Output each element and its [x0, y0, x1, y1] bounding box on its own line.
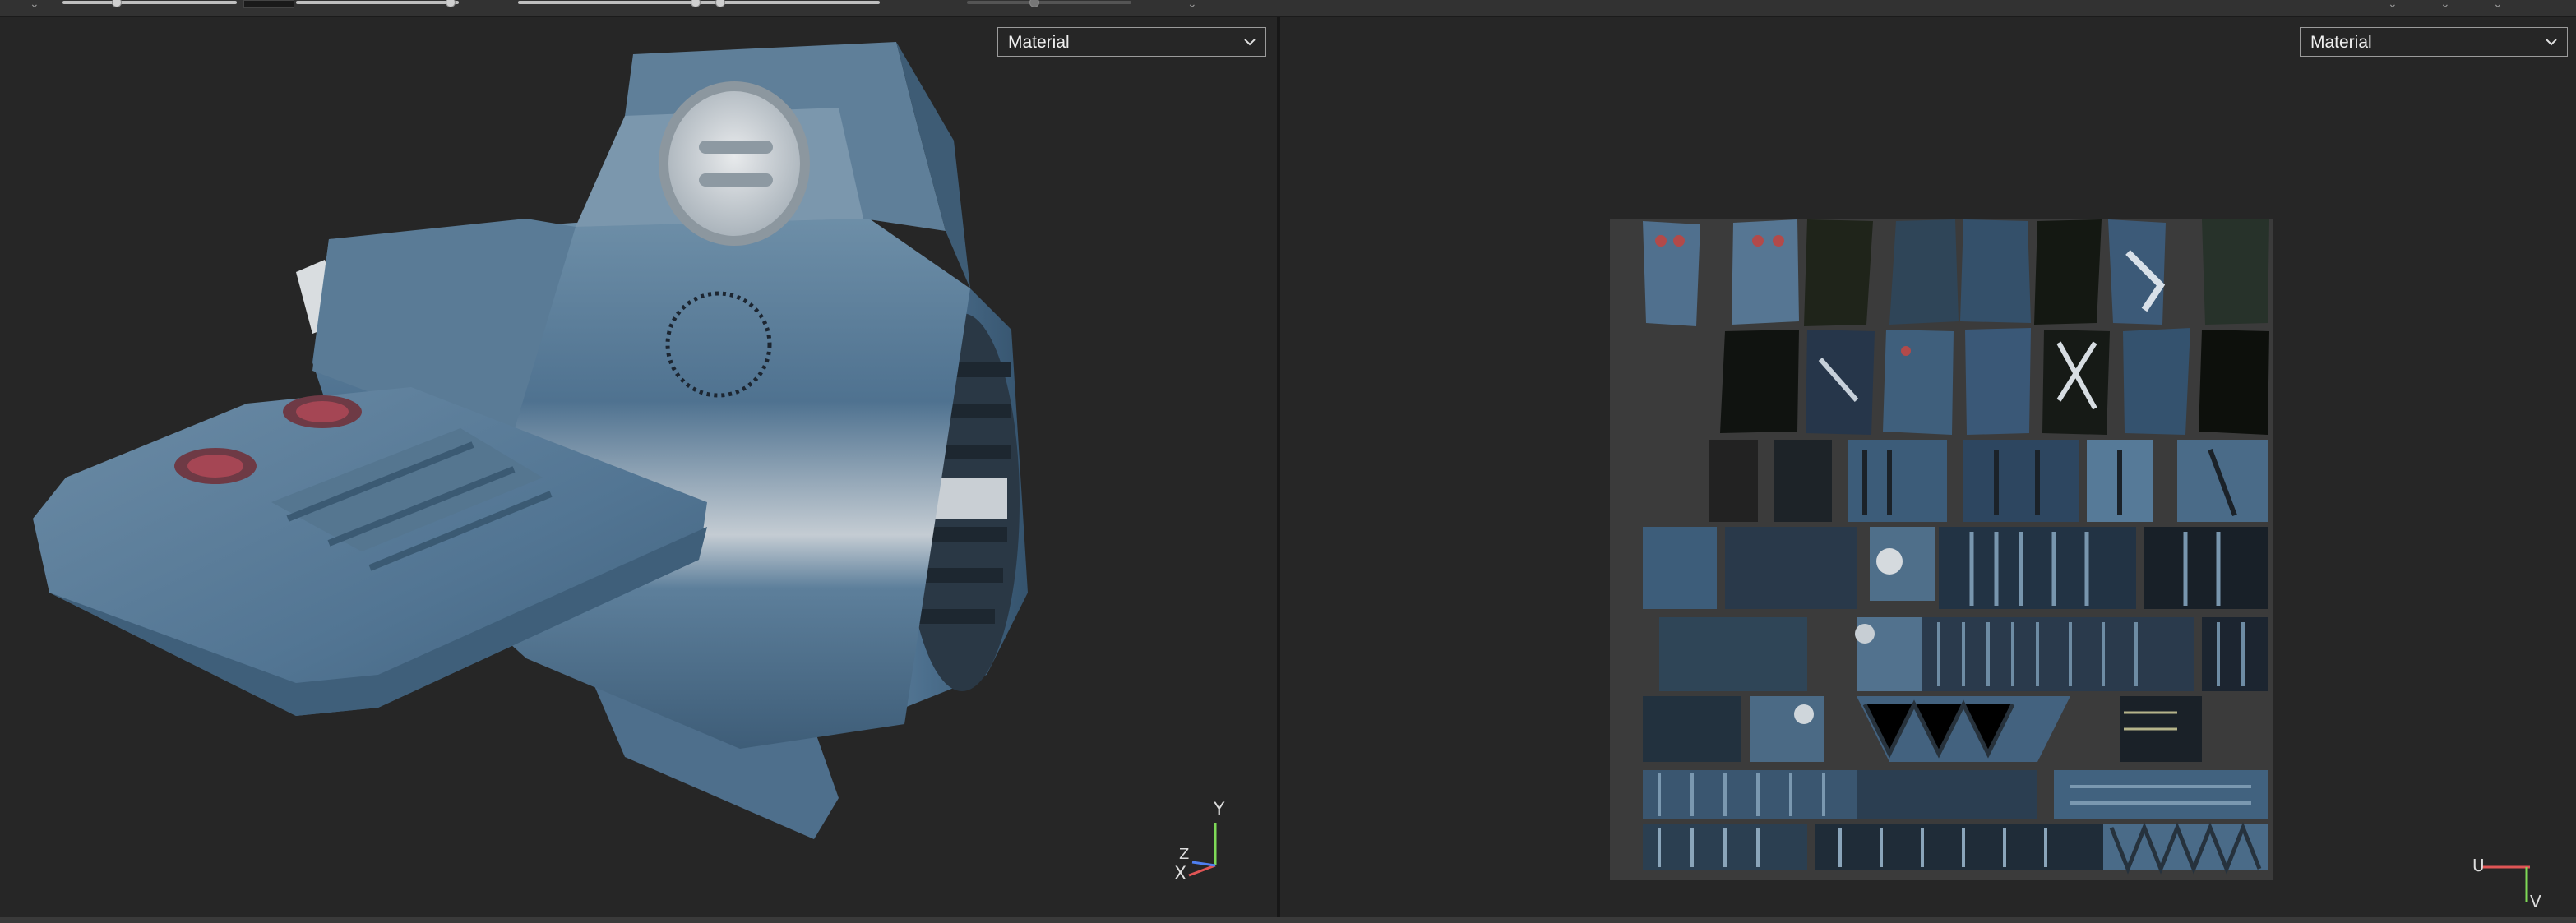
toolbar-slider-2[interactable]	[296, 0, 459, 8]
viewport-3d[interactable]: Material Y Z X	[0, 17, 1277, 917]
bottom-bar	[0, 917, 2576, 923]
shading-mode-dropdown-uv[interactable]: Material	[2300, 27, 2568, 57]
chevron-down-icon[interactable]: ⌄	[1187, 0, 1197, 11]
viewport-uv[interactable]: Material U V	[1280, 17, 2576, 917]
chevron-down-icon[interactable]: ⌄	[2493, 0, 2503, 11]
color-swatch[interactable]	[243, 0, 294, 8]
axis-y-label: Y	[1214, 800, 1225, 820]
toolbar-slider-3[interactable]	[518, 0, 880, 8]
axis-gizmo-icon: Y Z X	[1168, 800, 1233, 890]
uv-texture-atlas[interactable]	[1610, 219, 2273, 880]
chevron-down-icon[interactable]: ⌄	[2440, 0, 2450, 11]
axis-u-label: U	[2472, 856, 2485, 875]
axis-v-label: V	[2530, 892, 2541, 911]
toolbar-slider-4[interactable]	[967, 0, 1131, 8]
chevron-down-icon	[1244, 39, 1256, 46]
uv-axis-icon: U V	[2472, 847, 2546, 913]
shading-mode-label: Material	[2310, 33, 2372, 52]
shading-mode-label: Material	[1008, 33, 1070, 52]
spaceship-model[interactable]	[0, 17, 1277, 917]
axis-x-label: X	[1174, 864, 1187, 884]
chevron-down-icon[interactable]: ⌄	[30, 0, 39, 11]
toolbar: ⌄ ⌄ ⌄ ⌄ ⌄	[0, 0, 2576, 17]
toolbar-slider-1[interactable]	[62, 0, 237, 8]
chevron-down-icon[interactable]: ⌄	[2388, 0, 2398, 11]
chevron-down-icon	[2546, 39, 2557, 46]
axis-z-label: Z	[1179, 846, 1190, 863]
shading-mode-dropdown-3d[interactable]: Material	[997, 27, 1266, 57]
